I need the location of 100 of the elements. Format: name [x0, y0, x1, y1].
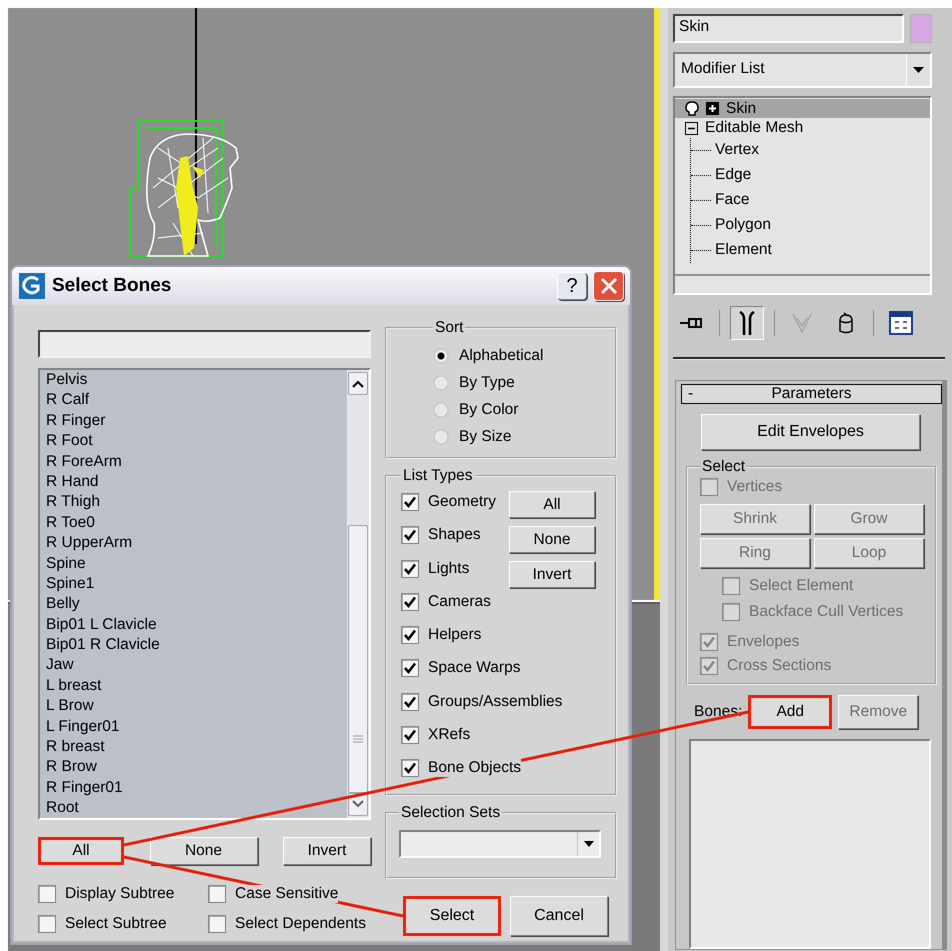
option-label: Display Subtree — [65, 885, 174, 903]
pin-icon — [679, 315, 705, 331]
option-label: Envelopes — [727, 633, 800, 651]
help-button[interactable]: ? — [557, 272, 587, 300]
checkbox[interactable] — [401, 560, 419, 578]
object-name-field[interactable]: Skin — [673, 14, 904, 43]
radio-button[interactable] — [433, 348, 449, 364]
checkbox[interactable] — [38, 915, 56, 933]
option-label: By Size — [459, 428, 512, 446]
list-button[interactable]: None — [150, 837, 258, 865]
grip-icon — [353, 735, 363, 743]
stack-item[interactable]: Skin — [675, 99, 930, 118]
fork-icon — [739, 310, 755, 336]
close-button[interactable] — [593, 271, 624, 301]
list-item[interactable]: Spine — [46, 554, 347, 574]
toolbar-button[interactable] — [730, 306, 764, 340]
list-item[interactable]: R ForeArm — [46, 452, 347, 472]
dropdown-arrow-icon — [584, 841, 594, 847]
type-button[interactable]: None — [509, 526, 595, 553]
checkbox[interactable] — [208, 915, 226, 933]
dropdown-arrow-icon — [913, 67, 924, 73]
list-item[interactable]: Belly — [46, 594, 347, 615]
list-item[interactable]: R Calf — [46, 390, 347, 411]
option-label: Backface Cull Vertices — [749, 603, 904, 621]
stack-subitem[interactable]: Face — [691, 188, 930, 213]
edit-envelopes-button[interactable]: Edit Envelopes — [701, 414, 920, 450]
option-label: Select Dependents — [235, 915, 366, 933]
list-item[interactable]: L Finger01 — [46, 716, 347, 738]
list-item[interactable]: Root — [46, 798, 347, 819]
list-item[interactable]: R UpperArm — [46, 533, 347, 554]
list-item[interactable]: Jaw — [46, 655, 347, 676]
list-item[interactable]: L breast — [46, 676, 347, 696]
dialog-button[interactable]: Select — [403, 896, 501, 936]
list-item[interactable]: R Thigh — [46, 492, 347, 513]
group-title: Sort — [434, 319, 464, 337]
option-label: Helpers — [428, 626, 482, 644]
radio-button[interactable] — [433, 402, 449, 418]
scrollbar[interactable] — [347, 370, 369, 818]
checkbox[interactable] — [401, 493, 419, 511]
type-button[interactable]: All — [509, 491, 595, 518]
option-label: Lights — [428, 560, 470, 578]
stack-item[interactable]: Editable Mesh — [675, 118, 930, 138]
list-item[interactable]: Spine1 — [46, 574, 347, 594]
list-item[interactable]: R Brow — [46, 757, 347, 778]
list-item[interactable]: R Hand — [46, 472, 347, 492]
stack-subitem[interactable]: Polygon — [691, 212, 930, 238]
checkbox[interactable] — [401, 659, 419, 678]
funnel-icon — [792, 312, 812, 334]
lightbulb-icon[interactable] — [685, 100, 699, 117]
modifier-dropdown[interactable]: Modifier List — [673, 52, 932, 88]
radio-button[interactable] — [433, 375, 449, 391]
list-item[interactable]: Pelvis — [46, 370, 347, 390]
option-label: Vertices — [727, 478, 782, 496]
checkbox[interactable] — [401, 692, 419, 711]
checkbox[interactable] — [208, 885, 226, 903]
option-label: Alphabetical — [459, 347, 544, 365]
checkbox[interactable] — [401, 759, 419, 778]
search-field[interactable] — [38, 330, 371, 358]
list-button[interactable]: All — [38, 837, 124, 865]
checkbox[interactable] — [401, 592, 419, 611]
option-label: Select Element — [749, 577, 854, 595]
stack-subitem[interactable]: Edge — [691, 162, 930, 188]
option-label: Bone Objects — [428, 759, 522, 778]
option-label: Geometry — [428, 493, 496, 511]
checkbox[interactable] — [401, 726, 419, 744]
option-label: Case Sensitive — [235, 885, 338, 903]
checkbox[interactable] — [38, 885, 56, 903]
window-settings-icon — [889, 311, 913, 335]
list-item[interactable]: R breast — [46, 737, 347, 758]
app-logo-icon — [18, 272, 46, 300]
group-title: List Types — [402, 467, 474, 485]
list-item[interactable]: Bip01 L Clavicle — [46, 614, 347, 636]
list-item[interactable]: Bip01 R Clavicle — [46, 635, 347, 656]
stack-subitem[interactable]: Element — [691, 238, 930, 263]
expand-icon[interactable] — [706, 102, 719, 116]
checkbox[interactable] — [401, 526, 419, 544]
list-item[interactable]: R Toe0 — [46, 512, 347, 534]
list-item[interactable]: L Brow — [46, 696, 347, 717]
list-button[interactable]: Invert — [283, 837, 371, 865]
selection-set-dropdown[interactable] — [399, 830, 601, 858]
rollout-header[interactable]: - Parameters — [681, 384, 942, 404]
option-label: Space Warps — [428, 659, 520, 678]
collapse-icon[interactable] — [685, 122, 698, 135]
group-title: Select — [701, 458, 746, 476]
bones-button[interactable]: Add — [748, 695, 832, 729]
scroll-thumb[interactable] — [348, 525, 368, 793]
color-swatch[interactable] — [910, 14, 932, 43]
dialog-button[interactable]: Cancel — [510, 896, 608, 936]
scroll-up-icon[interactable] — [352, 380, 364, 388]
radio-button[interactable] — [433, 429, 449, 445]
checkbox[interactable] — [401, 626, 419, 644]
type-button[interactable]: Invert — [509, 561, 595, 588]
list-item[interactable]: R Finger01 — [46, 778, 347, 798]
list-item[interactable]: R Foot — [46, 431, 347, 452]
list-item[interactable]: R Finger — [46, 410, 347, 432]
option-label: Cross Sections — [727, 657, 832, 675]
dialog-title: Select Bones — [52, 275, 172, 297]
option-label: Groups/Assemblies — [428, 692, 562, 711]
stack-subitem[interactable]: Vertex — [691, 138, 930, 163]
scroll-down-icon[interactable] — [352, 800, 364, 808]
